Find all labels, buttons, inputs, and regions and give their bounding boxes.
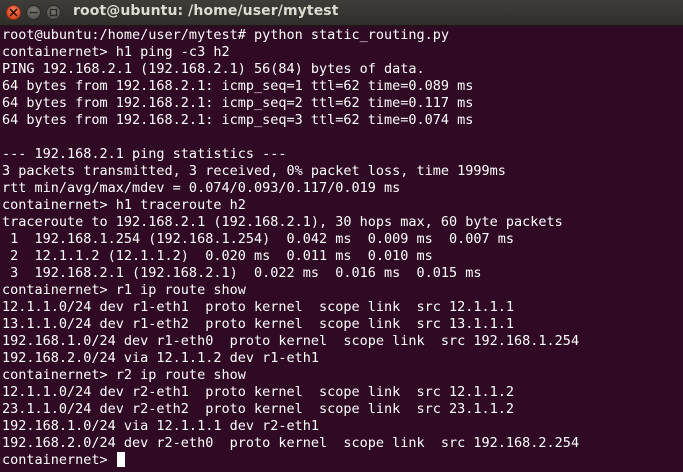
terminal-line: 64 bytes from 192.168.2.1: icmp_seq=3 tt… (2, 112, 474, 128)
terminal-line: 64 bytes from 192.168.2.1: icmp_seq=1 tt… (2, 78, 474, 94)
terminal-line: 1 192.168.1.254 (192.168.1.254) 0.042 ms… (2, 231, 515, 247)
terminal-line: containernet> r2 ip route show (2, 367, 246, 383)
terminal-line: 64 bytes from 192.168.2.1: icmp_seq=2 tt… (2, 95, 474, 111)
window-title: root@ubuntu: /home/user/mytest (73, 3, 339, 19)
terminal-window: root@ubuntu: /home/user/mytest root@ubun… (0, 0, 683, 472)
terminal-line: root@ubuntu:/home/user/mytest# python st… (2, 27, 450, 43)
minimize-button[interactable] (26, 5, 41, 20)
terminal-line: containernet> r1 ip route show (2, 282, 246, 298)
terminal-line: 23.1.1.0/24 dev r2-eth2 proto kernel sco… (2, 401, 515, 417)
terminal-line: 3 192.168.2.1 (192.168.2.1) 0.022 ms 0.0… (2, 265, 482, 281)
close-button[interactable] (6, 5, 21, 20)
terminal-line: 13.1.1.0/24 dev r1-eth2 proto kernel sco… (2, 316, 515, 332)
terminal-prompt-line[interactable]: containernet> (2, 452, 125, 469)
maximize-icon (49, 8, 58, 17)
terminal-line: 2 12.1.1.2 (12.1.1.2) 0.020 ms 0.011 ms … (2, 248, 433, 264)
terminal-line: 192.168.1.0/24 dev r1-eth0 proto kernel … (2, 333, 580, 349)
maximize-button[interactable] (46, 5, 61, 20)
text-cursor (116, 452, 125, 467)
terminal-line: rtt min/avg/max/mdev = 0.074/0.093/0.117… (2, 180, 401, 196)
terminal-output[interactable]: root@ubuntu:/home/user/mytest# python st… (0, 27, 683, 472)
terminal-line: PING 192.168.2.1 (192.168.2.1) 56(84) by… (2, 61, 425, 77)
terminal-line: traceroute to 192.168.2.1 (192.168.2.1),… (2, 214, 563, 230)
terminal-line: 3 packets transmitted, 3 received, 0% pa… (2, 163, 506, 179)
terminal-line: 192.168.1.0/24 via 12.1.1.1 dev r2-eth1 (2, 418, 319, 434)
terminal-line: 192.168.2.0/24 dev r2-eth0 proto kernel … (2, 435, 580, 451)
terminal-line: containernet> h1 traceroute h2 (2, 197, 246, 213)
terminal-line: 12.1.1.0/24 dev r2-eth1 proto kernel sco… (2, 384, 515, 400)
terminal-line: --- 192.168.2.1 ping statistics --- (2, 146, 287, 162)
terminal-line: containernet> h1 ping -c3 h2 (2, 44, 230, 60)
title-bar[interactable]: root@ubuntu: /home/user/mytest (0, 0, 683, 26)
terminal-line: 192.168.2.0/24 via 12.1.1.2 dev r1-eth1 (2, 350, 319, 366)
close-icon (9, 8, 18, 17)
terminal-prompt: containernet> (2, 452, 116, 468)
terminal-line: 12.1.1.0/24 dev r1-eth1 proto kernel sco… (2, 299, 515, 315)
minimize-icon (29, 11, 38, 14)
